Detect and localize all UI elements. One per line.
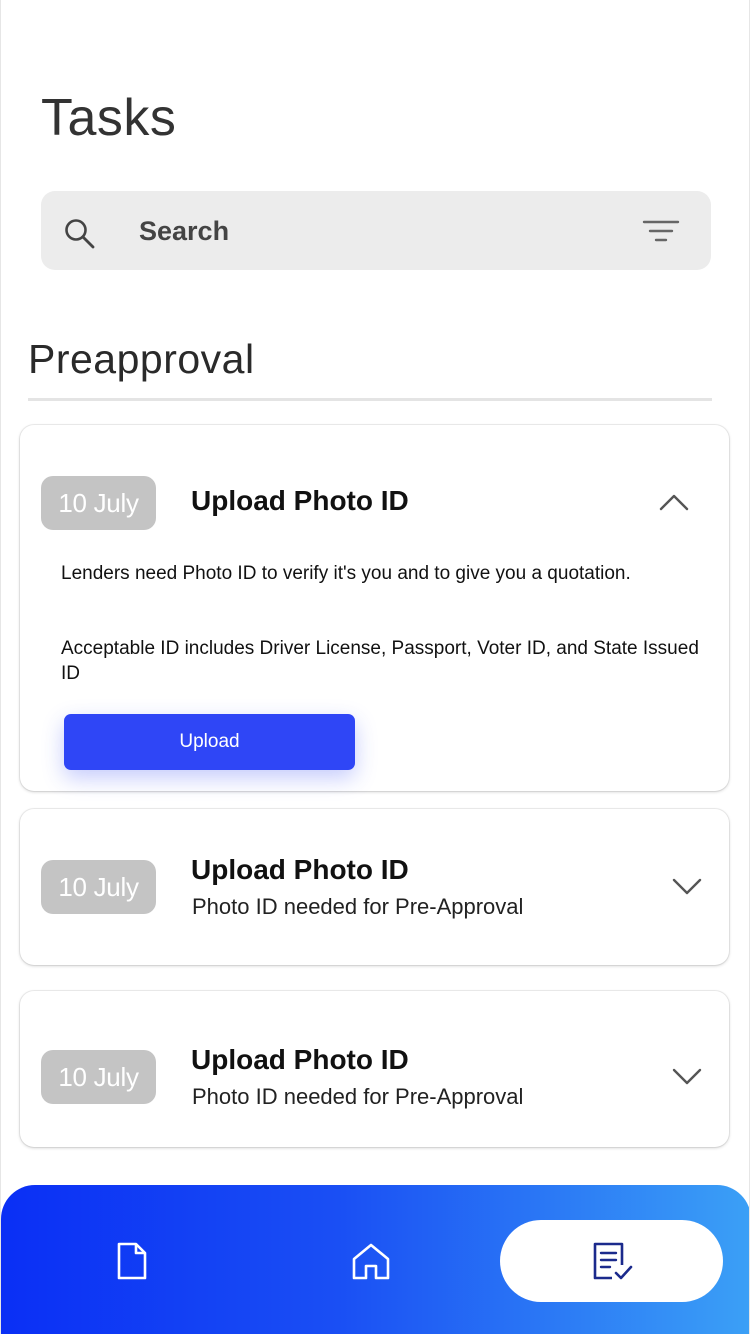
chevron-up-icon[interactable] — [658, 492, 690, 512]
document-icon — [117, 1242, 147, 1280]
task-title: Upload Photo ID — [191, 1044, 409, 1075]
task-description-secondary: Acceptable ID includes Driver License, P… — [61, 638, 699, 684]
search-bar[interactable] — [41, 191, 711, 270]
date-badge: 10 July — [41, 476, 156, 530]
chevron-down-icon[interactable] — [671, 1067, 703, 1087]
bottom-navigation — [1, 1185, 749, 1334]
tasks-screen: Tasks Preapproval 10 July Upload Photo I… — [0, 0, 750, 1334]
task-title: Upload Photo ID — [191, 485, 409, 516]
task-description: Lenders need Photo ID to verify it's you… — [61, 563, 631, 584]
date-badge: 10 July — [41, 860, 156, 914]
task-subtitle: Photo ID needed for Pre-Approval — [192, 894, 524, 919]
section-heading: Preapproval — [28, 336, 255, 382]
nav-tasks-active[interactable] — [500, 1220, 723, 1302]
filter-icon[interactable] — [641, 217, 681, 245]
page-title: Tasks — [41, 89, 177, 147]
search-icon — [65, 219, 95, 249]
task-card[interactable]: 10 July Upload Photo ID Photo ID needed … — [20, 809, 729, 965]
upload-button[interactable]: Upload — [64, 714, 355, 770]
nav-home[interactable] — [350, 1241, 392, 1281]
task-subtitle: Photo ID needed for Pre-Approval — [192, 1084, 524, 1109]
task-list-icon — [593, 1242, 633, 1280]
task-card[interactable]: 10 July Upload Photo ID Photo ID needed … — [20, 991, 729, 1147]
search-input[interactable] — [139, 209, 599, 253]
nav-documents[interactable] — [114, 1241, 150, 1281]
task-title: Upload Photo ID — [191, 854, 409, 885]
home-icon — [352, 1243, 390, 1280]
chevron-down-icon[interactable] — [671, 877, 703, 897]
date-badge: 10 July — [41, 1050, 156, 1104]
section-divider — [28, 398, 712, 401]
task-card-expanded[interactable]: 10 July Upload Photo ID Lenders need Pho… — [20, 425, 729, 791]
